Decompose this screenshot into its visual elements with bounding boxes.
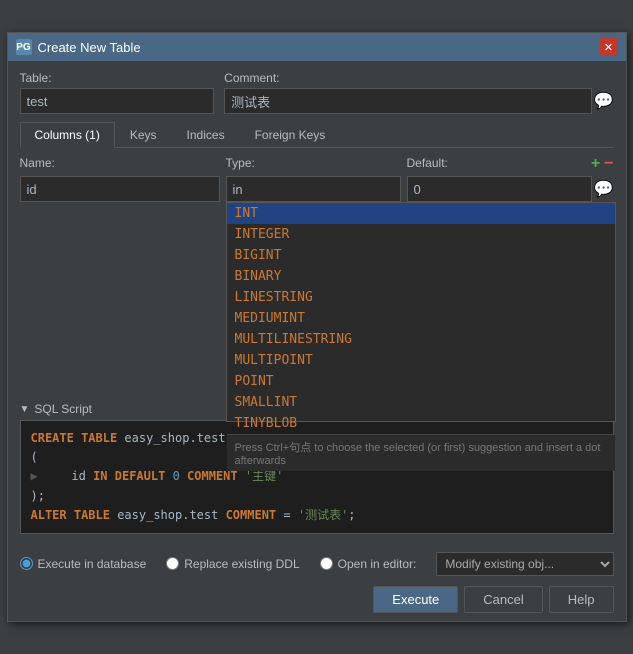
tab-foreign-keys[interactable]: Foreign Keys <box>240 122 341 147</box>
col-default-chat-icon[interactable]: 💬 <box>594 179 614 199</box>
col-default-wrap: 💬 <box>407 176 614 202</box>
column-row-0: INT INTEGER BIGINT BINARY LINESTRING MED… <box>20 176 614 202</box>
radio-replace-ddl-input[interactable] <box>166 557 179 570</box>
col-actions: + − <box>591 156 614 172</box>
table-input[interactable] <box>20 88 215 114</box>
comment-input[interactable] <box>224 88 591 114</box>
help-button[interactable]: Help <box>549 586 614 613</box>
radio-row: Execute in database Replace existing DDL… <box>20 552 614 576</box>
radio-execute-database[interactable]: Execute in database <box>20 557 147 571</box>
btn-row: Execute Cancel Help <box>20 586 614 613</box>
table-comment-row: Table: Comment: 💬 <box>20 71 614 114</box>
columns-area: Name: Type: Default: + − INT INTEGER <box>20 156 614 202</box>
sql-script-label: SQL Script <box>34 402 92 416</box>
remove-column-button[interactable]: − <box>604 156 613 172</box>
autocomplete-item-bigint[interactable]: BIGINT <box>227 245 615 266</box>
autocomplete-dropdown: INT INTEGER BIGINT BINARY LINESTRING MED… <box>226 202 616 422</box>
line-indicator: ▶ <box>31 467 43 486</box>
modify-select[interactable]: Modify existing obj... <box>436 552 613 576</box>
type-dropdown-container: INT INTEGER BIGINT BINARY LINESTRING MED… <box>226 176 401 202</box>
title-bar-left: PG Create New Table <box>16 39 141 55</box>
sql-line-4: ); <box>31 487 603 506</box>
radio-execute-database-label: Execute in database <box>38 557 147 571</box>
title-bar: PG Create New Table ✕ <box>8 33 626 61</box>
add-column-button[interactable]: + <box>591 156 600 172</box>
radio-open-editor-input[interactable] <box>320 557 333 570</box>
create-table-dialog: PG Create New Table ✕ Table: Comment: 💬 … <box>7 32 627 622</box>
tab-indices[interactable]: Indices <box>172 122 240 147</box>
radio-replace-ddl-label: Replace existing DDL <box>184 557 299 571</box>
dialog-title: Create New Table <box>38 40 141 55</box>
radio-replace-ddl[interactable]: Replace existing DDL <box>166 557 299 571</box>
col-header-type: Type: <box>226 156 401 170</box>
pg-icon: PG <box>16 39 32 55</box>
col-header-name: Name: <box>20 156 220 170</box>
table-field-group: Table: <box>20 71 215 114</box>
close-button[interactable]: ✕ <box>600 38 618 56</box>
autocomplete-item-multipoint[interactable]: MULTIPOINT <box>227 350 615 371</box>
radio-open-editor-label: Open in editor: <box>338 557 417 571</box>
autocomplete-item-tinyblob[interactable]: TINYBLOB <box>227 413 615 434</box>
comment-field-group: Comment: 💬 <box>224 71 613 114</box>
radio-execute-database-input[interactable] <box>20 557 33 570</box>
column-name-input[interactable] <box>20 176 220 202</box>
table-label: Table: <box>20 71 215 85</box>
autocomplete-item-mediumint[interactable]: MEDIUMINT <box>227 308 615 329</box>
autocomplete-item-smallint[interactable]: SMALLINT <box>227 392 615 413</box>
column-type-input[interactable] <box>226 176 401 202</box>
radio-open-editor[interactable]: Open in editor: <box>320 557 417 571</box>
comment-input-wrap: 💬 <box>224 88 613 114</box>
cancel-button[interactable]: Cancel <box>464 586 542 613</box>
col-headers: Name: Type: Default: + − <box>20 156 614 172</box>
tab-columns[interactable]: Columns (1) <box>20 122 115 148</box>
column-default-input[interactable] <box>407 176 592 202</box>
autocomplete-item-integer[interactable]: INTEGER <box>227 224 615 245</box>
dialog-body: Table: Comment: 💬 Columns (1) Keys Indic… <box>8 61 626 544</box>
col-header-default: Default: <box>407 156 585 170</box>
autocomplete-item-point[interactable]: POINT <box>227 371 615 392</box>
sql-line-5: ALTER TABLE easy_shop.test COMMENT = '测试… <box>31 506 603 525</box>
autocomplete-item-binary[interactable]: BINARY <box>227 266 615 287</box>
bottom-section: Execute in database Replace existing DDL… <box>8 544 626 621</box>
tab-keys[interactable]: Keys <box>115 122 172 147</box>
autocomplete-item-linestring[interactable]: LINESTRING <box>227 287 615 308</box>
comment-label: Comment: <box>224 71 613 85</box>
comment-chat-icon[interactable]: 💬 <box>594 91 614 111</box>
execute-button[interactable]: Execute <box>373 586 458 613</box>
sql-arrow-icon: ▼ <box>20 404 30 415</box>
tabs-bar: Columns (1) Keys Indices Foreign Keys <box>20 122 614 148</box>
autocomplete-item-multilinestring[interactable]: MULTILINESTRING <box>227 329 615 350</box>
autocomplete-hint: Press Ctrl+句点 to choose the selected (or… <box>227 434 615 471</box>
autocomplete-item-int[interactable]: INT <box>227 203 615 224</box>
